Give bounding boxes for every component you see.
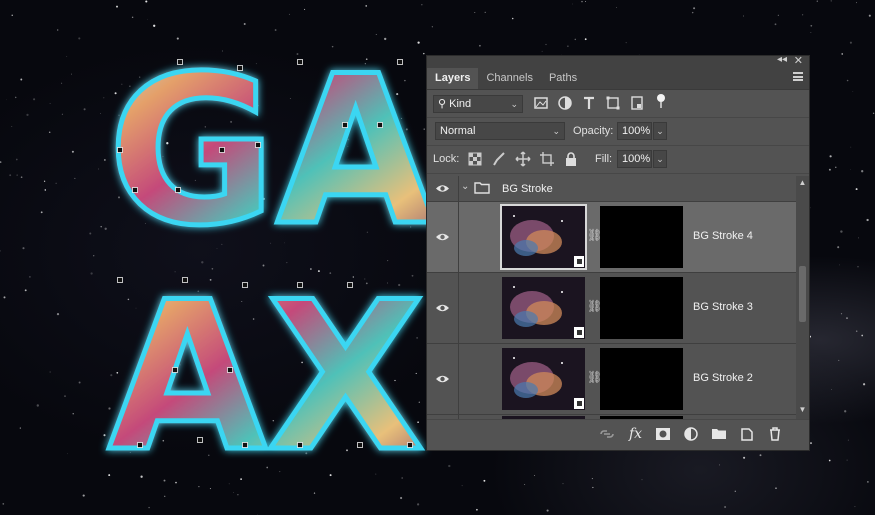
- layer-name: BG Stroke 3: [693, 301, 753, 313]
- fill-input[interactable]: 100%: [617, 150, 652, 168]
- filter-toggle-icon[interactable]: [653, 93, 669, 109]
- fill-value: 100%: [622, 153, 651, 165]
- layer-mask-thumbnail[interactable]: [600, 206, 683, 268]
- eye-icon: [436, 304, 449, 312]
- layers-list[interactable]: ⌄ BG Stroke ⛓ BG Stroke 4 ⛓ BG Stroke 3 …: [427, 176, 797, 419]
- visibility-toggle[interactable]: [427, 176, 459, 201]
- panel-tabs: Layers Channels Paths: [427, 67, 809, 90]
- add-mask-icon[interactable]: [655, 426, 671, 442]
- layer-mask-thumbnail[interactable]: [600, 348, 683, 410]
- filter-kind-label: Kind: [449, 98, 472, 110]
- layer-group-bg-stroke[interactable]: ⌄ BG Stroke: [427, 176, 797, 202]
- folder-icon: [474, 182, 490, 194]
- layer-name: BG Stroke 4: [693, 230, 753, 242]
- opacity-dropdown-button[interactable]: ⌄: [653, 122, 667, 140]
- layer-filter-row: ⚲ Kind ⌄: [427, 90, 809, 118]
- collapse-panel-icon[interactable]: ◂◂: [777, 54, 787, 65]
- smart-object-filter-icon[interactable]: [629, 95, 645, 111]
- pixel-layer-filter-icon[interactable]: [533, 95, 549, 111]
- new-group-icon[interactable]: [711, 426, 727, 442]
- shape-layer-filter-icon[interactable]: [605, 95, 621, 111]
- close-icon[interactable]: ✕: [794, 54, 803, 67]
- layer-thumbnail[interactable]: [502, 348, 585, 410]
- blend-mode-value: Normal: [440, 125, 476, 137]
- layer-row-bg-stroke-3[interactable]: ⛓ BG Stroke 3: [427, 273, 797, 344]
- layer-row-bg-stroke-4[interactable]: ⛓ BG Stroke 4: [427, 202, 797, 273]
- adjustment-layer-icon[interactable]: [683, 426, 699, 442]
- blend-opacity-row: Normal ⌄ Opacity: 100% ⌄: [427, 118, 809, 146]
- visibility-toggle[interactable]: [427, 344, 459, 414]
- layer-name: BG Stroke 2: [693, 372, 753, 384]
- layer-thumbnail[interactable]: [500, 204, 587, 270]
- layer-row-bg-stroke-2[interactable]: ⛓ BG Stroke 2: [427, 344, 797, 415]
- chevron-down-icon: ⌄: [552, 126, 560, 136]
- lock-image-pixels-icon[interactable]: [491, 151, 507, 167]
- eye-icon: [436, 233, 449, 241]
- panel-menu-icon[interactable]: [793, 72, 803, 81]
- layer-mask-thumbnail[interactable]: [600, 277, 683, 339]
- scroll-down-icon[interactable]: ▼: [796, 405, 809, 417]
- adjustment-layer-filter-icon[interactable]: [557, 95, 573, 111]
- layer-thumbnail[interactable]: [502, 277, 585, 339]
- trash-icon[interactable]: [767, 426, 783, 442]
- scrollbar-thumb[interactable]: [799, 266, 806, 322]
- lock-all-icon[interactable]: [563, 151, 579, 167]
- chevron-down-icon: ⌄: [510, 99, 518, 109]
- blend-mode-dropdown[interactable]: Normal ⌄: [435, 122, 565, 140]
- layers-bottom-toolbar: fx: [427, 419, 809, 450]
- chevron-down-icon[interactable]: ⌄: [461, 181, 469, 192]
- link-layers-icon[interactable]: [599, 426, 615, 442]
- type-layer-filter-icon[interactable]: [581, 95, 597, 111]
- tab-paths[interactable]: Paths: [541, 68, 585, 89]
- artwork-line-2: AX: [108, 259, 425, 497]
- lock-artboard-icon[interactable]: [539, 151, 555, 167]
- lock-label: Lock:: [433, 153, 460, 165]
- visibility-toggle[interactable]: [427, 273, 459, 343]
- fill-dropdown-button[interactable]: ⌄: [653, 150, 667, 168]
- eye-icon: [436, 375, 449, 383]
- group-name: BG Stroke: [502, 183, 553, 195]
- tab-layers[interactable]: Layers: [427, 68, 479, 89]
- lock-position-icon[interactable]: [515, 151, 531, 167]
- lock-transparent-pixels-icon[interactable]: [467, 151, 483, 167]
- opacity-input[interactable]: 100%: [617, 122, 652, 140]
- eye-icon: [436, 185, 449, 192]
- layers-panel: ◂◂ ✕ Layers Channels Paths ⚲ Kind ⌄ Norm…: [426, 54, 810, 451]
- opacity-label: Opacity:: [573, 125, 614, 137]
- search-icon: ⚲: [438, 98, 447, 110]
- opacity-value: 100%: [622, 125, 651, 137]
- artwork-line-1: GA: [108, 33, 435, 271]
- visibility-toggle[interactable]: [427, 202, 459, 272]
- panel-titlebar: ◂◂ ✕: [427, 54, 809, 67]
- layers-scrollbar[interactable]: ▲ ▼: [796, 176, 809, 419]
- fill-label: Fill:: [595, 153, 613, 165]
- filter-kind-dropdown[interactable]: ⚲ Kind ⌄: [433, 95, 523, 113]
- lock-fill-row: Lock: Fill: 100% ⌄: [427, 146, 809, 174]
- new-layer-icon[interactable]: [739, 426, 755, 442]
- scroll-up-icon[interactable]: ▲: [796, 178, 809, 190]
- tab-channels[interactable]: Channels: [478, 68, 540, 89]
- fx-icon[interactable]: fx: [629, 426, 642, 442]
